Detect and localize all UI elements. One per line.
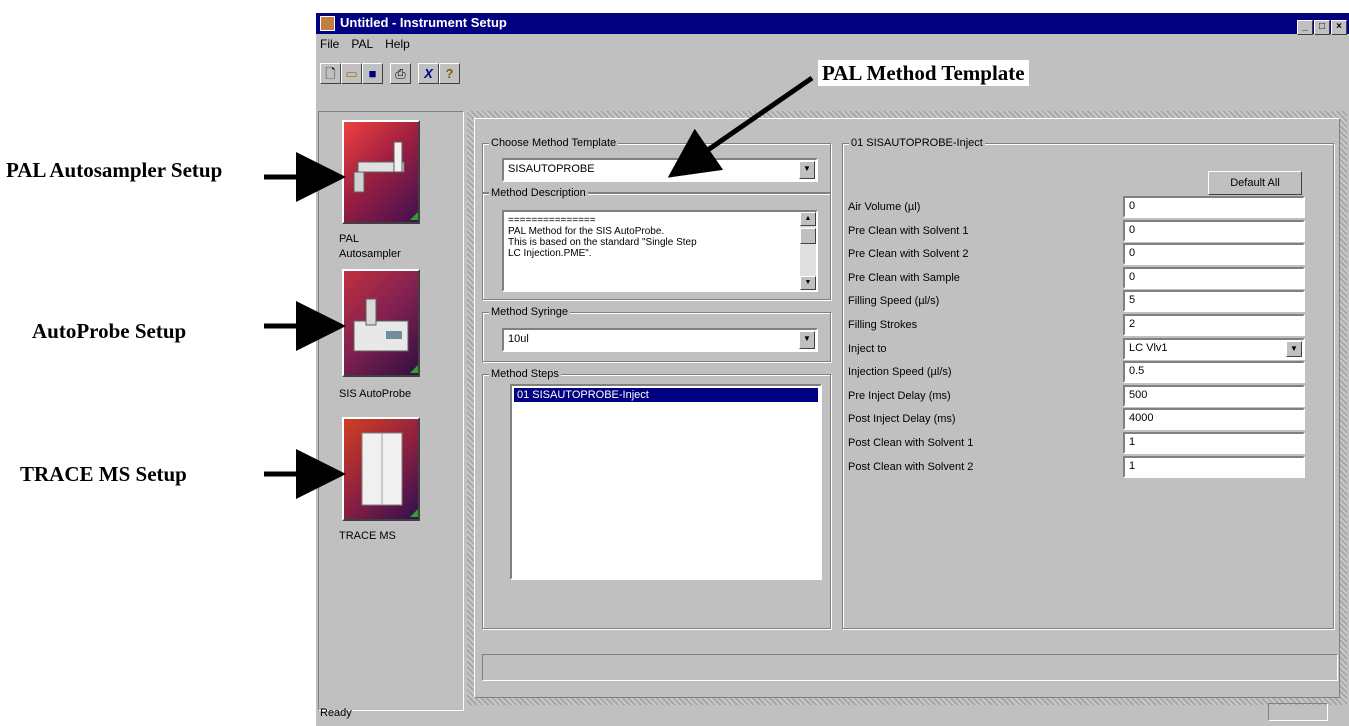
param-value: 1 — [1129, 436, 1136, 448]
scroll-thumb[interactable] — [800, 228, 816, 244]
param-input[interactable]: 1 — [1123, 456, 1305, 478]
scroll-up-icon[interactable]: ▲ — [800, 212, 816, 226]
param-value: 0 — [1129, 271, 1136, 283]
help-icon[interactable]: ? — [439, 63, 460, 84]
annotation-pal-method-template: PAL Method Template — [818, 60, 1029, 86]
menu-help[interactable]: Help — [381, 35, 418, 51]
scroll-down-icon[interactable]: ▼ — [800, 276, 816, 290]
menu-bar: File PAL Help — [316, 35, 418, 53]
choose-method-template-label: Choose Method Template — [489, 137, 619, 149]
sidebar-item-trace-ms-label: TRACE MS — [339, 530, 396, 542]
param-value: 0 — [1129, 224, 1136, 236]
trace-ms-icon[interactable] — [342, 417, 420, 521]
param-label: Injection Speed (µl/s) — [848, 366, 952, 378]
cut-icon[interactable]: X — [418, 63, 439, 84]
method-syringe-label: Method Syringe — [489, 306, 571, 318]
param-label: Pre Inject Delay (ms) — [848, 390, 951, 402]
chevron-down-icon[interactable]: ▼ — [799, 331, 815, 349]
description-line-3: This is based on the standard "Single St… — [508, 237, 697, 248]
minimize-icon[interactable]: _ — [1297, 20, 1313, 35]
annotation-trace-ms-setup: TRACE MS Setup — [20, 462, 187, 486]
param-label: Pre Clean with Sample — [848, 272, 960, 284]
method-steps-list[interactable]: 01 SISAUTOPROBE-Inject — [510, 384, 822, 580]
method-steps-label: Method Steps — [489, 368, 561, 380]
method-template-select[interactable]: SISAUTOPROBE ▼ — [502, 158, 818, 182]
param-input[interactable]: 0 — [1123, 220, 1305, 242]
param-value: 0 — [1129, 247, 1136, 259]
print-icon[interactable]: ⎙ — [390, 63, 411, 84]
method-step-item[interactable]: 01 SISAUTOPROBE-Inject — [514, 388, 818, 402]
param-label: Filling Strokes — [848, 319, 918, 331]
annotation-pal-autosampler-setup: PAL Autosampler Setup — [6, 158, 223, 182]
description-scrollbar[interactable]: ▲ ▼ — [800, 212, 816, 290]
param-label: Pre Clean with Solvent 2 — [848, 248, 969, 260]
chevron-down-icon[interactable]: ▼ — [1286, 341, 1302, 357]
instrument-setup-window: Untitled - Instrument Setup _ □ × File PAL H… — [316, 13, 1349, 726]
menu-pal[interactable]: PAL — [347, 35, 381, 51]
app-icon — [320, 16, 335, 31]
method-description-label: Method Description — [489, 187, 588, 199]
menu-file[interactable]: File — [316, 35, 347, 51]
param-label: Post Clean with Solvent 2 — [848, 461, 974, 473]
param-value: 4000 — [1129, 412, 1154, 424]
param-value: 0.5 — [1129, 365, 1145, 377]
method-syringe-value: 10ul — [508, 333, 529, 345]
param-input[interactable]: 0 — [1123, 243, 1305, 265]
param-value: 2 — [1129, 318, 1136, 330]
param-value: 0 — [1129, 200, 1136, 212]
open-folder-icon[interactable]: ▭ — [341, 63, 362, 84]
param-input[interactable]: 4000 — [1123, 408, 1305, 430]
pal-autosampler-icon[interactable] — [342, 120, 420, 224]
param-label: Post Inject Delay (ms) — [848, 413, 956, 425]
close-icon[interactable]: × — [1331, 20, 1347, 35]
method-syringe-select[interactable]: 10ul ▼ — [502, 328, 818, 352]
bottom-panel — [482, 654, 1338, 681]
description-line-2: PAL Method for the SIS AutoProbe. — [508, 226, 665, 237]
inject-to-select[interactable]: LC Vlv1 ▼ — [1123, 338, 1305, 360]
param-input[interactable]: 5 — [1123, 290, 1305, 312]
annotation-autoprobe-setup: AutoProbe Setup — [32, 319, 187, 343]
default-all-button[interactable]: Default All — [1208, 171, 1302, 195]
param-label: Post Clean with Solvent 1 — [848, 437, 974, 449]
param-input[interactable]: 0 — [1123, 196, 1305, 218]
status-pane — [1268, 703, 1328, 721]
save-icon[interactable]: ■ — [362, 63, 383, 84]
sidebar-item-pal-label-2: Autosampler — [339, 248, 401, 260]
param-value: 1 — [1129, 460, 1136, 472]
description-line-4: LC Injection.PME". — [508, 248, 592, 259]
autoprobe-icon[interactable] — [342, 269, 420, 377]
param-input[interactable]: 500 — [1123, 385, 1305, 407]
param-label: Inject to — [848, 343, 887, 355]
title-bar: Untitled - Instrument Setup _ □ × — [316, 13, 1349, 35]
param-label: Air Volume (µl) — [848, 201, 921, 213]
new-file-icon[interactable]: 🗋 — [320, 63, 341, 84]
status-text: Ready — [320, 707, 352, 719]
param-input[interactable]: 0.5 — [1123, 361, 1305, 383]
window-title: Untitled - Instrument Setup — [340, 15, 507, 30]
method-template-value: SISAUTOPROBE — [508, 163, 595, 175]
param-input[interactable]: 1 — [1123, 432, 1305, 454]
param-value: 5 — [1129, 294, 1136, 306]
param-input[interactable]: 2 — [1123, 314, 1305, 336]
maximize-icon[interactable]: □ — [1314, 20, 1330, 35]
param-label: Filling Speed (µl/s) — [848, 295, 940, 307]
param-label: Pre Clean with Solvent 1 — [848, 225, 969, 237]
param-input[interactable]: 0 — [1123, 267, 1305, 289]
param-value: LC Vlv1 — [1129, 342, 1168, 354]
sidebar-item-autoprobe-label: SIS AutoProbe — [339, 388, 412, 400]
description-line-1: =============== — [508, 215, 596, 226]
param-value: 500 — [1129, 389, 1148, 401]
sidebar-item-pal-label-1: PAL — [339, 233, 359, 245]
params-group-label: 01 SISAUTOPROBE-Inject — [849, 137, 985, 149]
method-description-textarea[interactable]: =============== PAL Method for the SIS A… — [502, 210, 818, 292]
chevron-down-icon[interactable]: ▼ — [799, 161, 815, 179]
